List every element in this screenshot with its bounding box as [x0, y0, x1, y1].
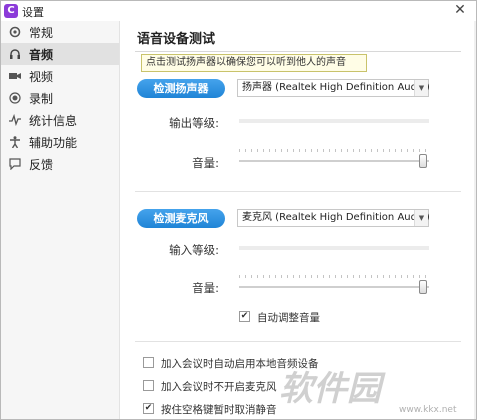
sidebar-item-label: 音频: [29, 47, 54, 62]
mic-volume-handle[interactable]: [419, 280, 428, 294]
sidebar-item-label: 视频: [29, 69, 54, 84]
auto-enable-audio-checkbox[interactable]: [143, 357, 154, 368]
auto-adjust-volume-checkbox[interactable]: ✔: [239, 311, 250, 322]
record-icon: [1, 87, 29, 109]
mute-mic-on-join-label: 加入会议时不开启麦克风: [161, 381, 277, 393]
sidebar-item-accessibility[interactable]: 辅助功能: [1, 131, 119, 153]
speaker-test-tooltip: 点击测试扬声器以确保您可以听到他人的声音: [141, 54, 367, 72]
input-level-meter: [239, 246, 429, 250]
output-level-meter: [239, 119, 429, 123]
section-divider: [135, 341, 461, 342]
close-button[interactable]: ✕: [452, 2, 468, 18]
mic-volume-slider[interactable]: [239, 286, 429, 288]
window-title: 设置: [22, 6, 44, 19]
sidebar-item-label: 常规: [29, 25, 54, 40]
mic-volume-ticks: [239, 275, 429, 278]
speaker-volume-label: 音量:: [192, 156, 219, 170]
auto-adjust-volume-label: 自动调整音量: [257, 312, 320, 324]
sidebar-item-recording[interactable]: 录制: [1, 87, 119, 109]
space-to-unmute-checkbox[interactable]: ✔: [143, 403, 154, 414]
headphones-icon: [1, 43, 29, 65]
sidebar-item-label: 反馈: [29, 157, 54, 172]
sidebar: 常规 音频 视频 录制 统计信息 辅助功能 反馈: [1, 21, 120, 419]
sidebar-item-statistics[interactable]: 统计信息: [1, 109, 119, 131]
test-microphone-button[interactable]: 检测麦克风: [137, 209, 225, 228]
microphone-device-select[interactable]: 麦克风 (Realtek High Definition Audio) ▼: [237, 209, 430, 227]
section-title: 语音设备测试: [137, 32, 216, 47]
test-speaker-button[interactable]: 检测扬声器: [137, 79, 225, 98]
speaker-volume-handle[interactable]: [419, 154, 428, 168]
audio-settings-panel: 语音设备测试 点击测试扬声器以确保您可以听到他人的声音 检测扬声器 扬声器 (R…: [121, 21, 476, 419]
sidebar-item-audio[interactable]: 音频: [1, 43, 119, 65]
feedback-icon: [1, 153, 29, 175]
speaker-device-select[interactable]: 扬声器 (Realtek High Definition Audio) ▼: [237, 79, 430, 97]
sidebar-item-video[interactable]: 视频: [1, 65, 119, 87]
speaker-device-value: 扬声器 (Realtek High Definition Audio): [242, 82, 430, 93]
chevron-down-icon[interactable]: ▼: [414, 210, 428, 226]
title-divider: [135, 51, 461, 52]
input-level-label: 输入等级:: [169, 243, 219, 257]
sidebar-item-label: 录制: [29, 91, 54, 106]
section-divider: [135, 191, 461, 192]
output-level-label: 输出等级:: [169, 116, 219, 130]
chevron-down-icon[interactable]: ▼: [414, 80, 428, 96]
stats-icon: [1, 109, 29, 131]
mute-mic-on-join-checkbox[interactable]: [143, 380, 154, 391]
scrollbar[interactable]: [474, 21, 476, 419]
accessibility-icon: [1, 131, 29, 153]
app-logo-icon: C: [4, 4, 18, 18]
microphone-device-value: 麦克风 (Realtek High Definition Audio): [242, 212, 430, 223]
gear-icon: [1, 21, 29, 43]
settings-window: C 设置 ✕ 常规 音频 视频 录制 统计信息 辅助功能 反馈 语音设备测试 点…: [0, 0, 477, 420]
sidebar-item-label: 统计信息: [29, 113, 78, 128]
watermark-logo: 软件园: [279, 369, 381, 409]
sidebar-item-label: 辅助功能: [29, 135, 78, 150]
sidebar-item-general[interactable]: 常规: [1, 21, 119, 43]
speaker-volume-ticks: [239, 149, 429, 152]
camera-icon: [1, 65, 29, 87]
space-to-unmute-label: 按住空格键暂时取消静音: [161, 404, 277, 416]
mic-volume-label: 音量:: [192, 281, 219, 295]
speaker-volume-slider[interactable]: [239, 160, 429, 162]
watermark-url: www.kkx.net: [399, 405, 457, 415]
title-bar: C 设置 ✕: [1, 1, 476, 21]
sidebar-item-feedback[interactable]: 反馈: [1, 153, 119, 175]
